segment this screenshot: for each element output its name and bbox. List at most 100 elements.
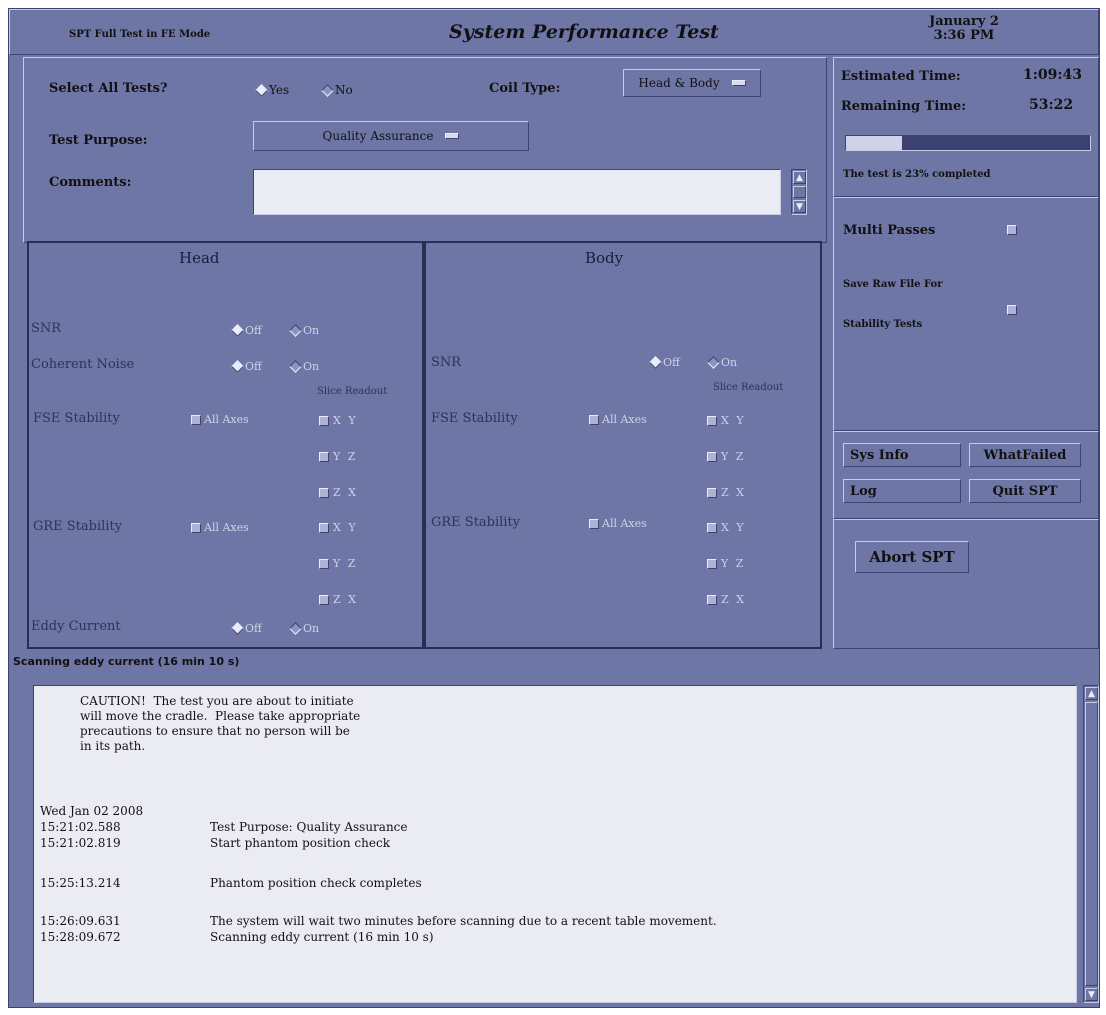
body-slice-readout-label: Slice Readout: [713, 382, 784, 393]
body-gre-axis-zx[interactable]: Z X: [707, 593, 746, 606]
log-message: Start phantom position check: [210, 836, 390, 850]
body-gre-label: GRE Stability: [431, 515, 521, 530]
head-snr-off[interactable]: Off: [231, 324, 262, 337]
date-text: January 2: [929, 14, 999, 29]
log-entry: 15:21:02.588 Test Purpose: Quality Assur…: [40, 820, 408, 835]
head-panel: [27, 241, 424, 649]
coil-type-menu[interactable]: Head & Body: [623, 69, 761, 97]
radio-on-icon[interactable]: [707, 356, 720, 369]
head-eddy-off[interactable]: Off: [231, 622, 262, 635]
log-entry: 15:21:02.819 Start phantom position chec…: [40, 836, 390, 851]
scroll-up-icon[interactable]: ▲: [793, 171, 806, 184]
all-axes-label: All Axes: [204, 521, 249, 534]
log-timestamp: 15:25:13.214: [40, 876, 121, 890]
head-slice-readout-label: Slice Readout: [317, 386, 388, 397]
scroll-thumb[interactable]: [1085, 702, 1098, 986]
off-label: Off: [245, 622, 262, 635]
radio-on-icon[interactable]: [289, 622, 302, 635]
head-gre-axis-yz[interactable]: Y Z: [319, 557, 357, 570]
multi-passes-label: Multi Passes: [843, 223, 936, 238]
mode-label: SPT Full Test in FE Mode: [69, 29, 211, 40]
body-gre-axis-xy[interactable]: X Y: [707, 521, 746, 534]
progress-fill: [846, 136, 903, 150]
checkbox-icon[interactable]: [589, 518, 599, 529]
radio-off-icon[interactable]: [231, 324, 244, 337]
checkbox-icon[interactable]: [707, 522, 717, 533]
radio-off-icon[interactable]: [231, 360, 244, 373]
head-fse-axis-xy[interactable]: X Y: [319, 414, 358, 427]
log-entry: 15:25:13.214 Phantom position check comp…: [40, 876, 422, 891]
head-gre-all-axes[interactable]: All Axes: [191, 521, 249, 534]
log-button[interactable]: Log: [843, 479, 961, 503]
checkbox-icon[interactable]: [707, 451, 717, 462]
scroll-thumb[interactable]: [793, 186, 806, 198]
head-gre-axis-zx[interactable]: Z X: [319, 593, 358, 606]
axis-label: X Y: [721, 414, 746, 427]
body-fse-axis-xy[interactable]: X Y: [707, 414, 746, 427]
estimated-time-label: Estimated Time:: [841, 69, 961, 84]
scroll-down-icon[interactable]: ▼: [1085, 988, 1098, 1001]
off-label: Off: [245, 360, 262, 373]
axis-label: X Y: [333, 414, 358, 427]
log-entry: 15:26:09.631 The system will wait two mi…: [40, 914, 717, 929]
scroll-down-icon[interactable]: ▼: [793, 200, 806, 213]
head-snr-on[interactable]: On: [289, 324, 319, 337]
test-purpose-menu[interactable]: Quality Assurance: [253, 121, 529, 151]
quit-spt-button[interactable]: Quit SPT: [969, 479, 1081, 503]
checkbox-icon[interactable]: [319, 558, 329, 569]
head-coherent-off[interactable]: Off: [231, 360, 262, 373]
head-fse-all-axes[interactable]: All Axes: [191, 413, 249, 426]
head-coherent-noise-label: Coherent Noise: [31, 357, 135, 372]
body-fse-all-axes[interactable]: All Axes: [589, 413, 647, 426]
checkbox-icon[interactable]: [707, 558, 717, 569]
progress-bar: [845, 135, 1091, 151]
head-coherent-on[interactable]: On: [289, 360, 319, 373]
select-all-yes[interactable]: Yes: [255, 83, 289, 97]
progress-text: The test is 23% completed: [843, 169, 991, 180]
multi-passes-toggle[interactable]: [1007, 225, 1017, 235]
radio-yes-icon[interactable]: [255, 83, 268, 97]
log-timestamp: 15:21:02.588: [40, 820, 121, 834]
radio-on-icon[interactable]: [289, 360, 302, 373]
checkbox-icon[interactable]: [319, 594, 329, 605]
head-gre-axis-xy[interactable]: X Y: [319, 521, 358, 534]
radio-no-icon[interactable]: [321, 83, 334, 97]
checkbox-icon[interactable]: [319, 451, 329, 462]
checkbox-icon[interactable]: [191, 522, 201, 533]
axis-label: Y Z: [333, 557, 358, 570]
log-scrollbar[interactable]: ▲ ▼: [1083, 685, 1099, 1003]
body-fse-axis-zx[interactable]: Z X: [707, 486, 746, 499]
head-snr-label: SNR: [31, 321, 62, 336]
what-failed-button[interactable]: WhatFailed: [969, 443, 1081, 467]
body-snr-off[interactable]: Off: [649, 356, 680, 369]
head-eddy-on[interactable]: On: [289, 622, 319, 635]
select-all-no[interactable]: No: [321, 83, 353, 97]
checkbox-icon[interactable]: [319, 487, 329, 498]
scroll-up-icon[interactable]: ▲: [1085, 687, 1098, 700]
log-date-line: Wed Jan 02 2008: [40, 804, 143, 819]
body-snr-on[interactable]: On: [707, 356, 737, 369]
checkbox-icon[interactable]: [191, 414, 201, 425]
radio-off-icon[interactable]: [231, 622, 244, 635]
head-fse-axis-zx[interactable]: Z X: [319, 486, 358, 499]
comments-field[interactable]: [253, 169, 781, 215]
radio-off-icon[interactable]: [649, 356, 662, 369]
comments-scrollbar[interactable]: ▲ ▼: [791, 169, 807, 215]
checkbox-icon[interactable]: [707, 594, 717, 605]
checkbox-icon[interactable]: [319, 522, 329, 533]
body-gre-axis-yz[interactable]: Y Z: [707, 557, 745, 570]
save-raw-toggle[interactable]: [1007, 305, 1017, 315]
body-fse-axis-yz[interactable]: Y Z: [707, 450, 745, 463]
checkbox-icon[interactable]: [707, 487, 717, 498]
checkbox-icon[interactable]: [319, 415, 329, 426]
checkbox-icon[interactable]: [589, 414, 599, 425]
abort-spt-button[interactable]: Abort SPT: [855, 541, 969, 573]
test-purpose-value: Quality Assurance: [322, 129, 434, 143]
body-snr-label: SNR: [431, 355, 462, 370]
radio-on-icon[interactable]: [289, 324, 302, 337]
body-gre-all-axes[interactable]: All Axes: [589, 517, 647, 530]
axis-label: Y Z: [721, 557, 746, 570]
sys-info-button[interactable]: Sys Info: [843, 443, 961, 467]
checkbox-icon[interactable]: [707, 415, 717, 426]
head-fse-axis-yz[interactable]: Y Z: [319, 450, 357, 463]
